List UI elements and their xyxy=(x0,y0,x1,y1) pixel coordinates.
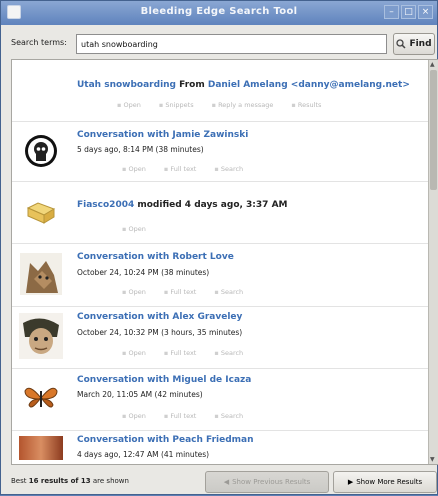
result-thumbnail xyxy=(18,433,64,463)
skull-icon xyxy=(25,135,57,167)
action-open[interactable]: Open xyxy=(117,101,140,109)
result-count-suffix: are shown xyxy=(90,477,129,485)
show-more-results-label: Show More Results xyxy=(356,478,423,486)
result-subtitle: October 24, 10:32 PM (3 hours, 35 minute… xyxy=(77,328,243,337)
window-controls: – □ × xyxy=(384,5,433,19)
result-actions: Open xyxy=(122,225,145,233)
result-subtitle: October 24, 10:24 PM (38 minutes) xyxy=(77,268,210,277)
titlebar[interactable]: Bleeding Edge Search Tool – □ × xyxy=(1,1,437,25)
maximize-button[interactable]: □ xyxy=(401,5,416,19)
find-button[interactable]: Find xyxy=(393,33,435,55)
monkey-avatar-icon xyxy=(19,313,63,359)
action-search[interactable]: Search xyxy=(214,349,243,357)
result-title[interactable]: Conversation with Peach Friedman xyxy=(77,435,254,445)
list-item[interactable]: Conversation with Peach Friedman 4 days … xyxy=(12,431,429,464)
results-scrollbar[interactable]: ▲ ▼ xyxy=(428,60,438,464)
photo-thumbnail xyxy=(19,436,63,460)
result-title-text: From xyxy=(176,80,208,90)
action-full-text[interactable]: Full text xyxy=(164,165,196,173)
search-window: Bleeding Edge Search Tool – □ × Search t… xyxy=(0,0,438,495)
result-actions: Open Snippets Reply a message Results xyxy=(117,101,321,109)
minimize-button[interactable]: – xyxy=(384,5,399,19)
result-thumbnail xyxy=(18,375,64,421)
list-item[interactable]: Conversation with Alex Graveley October … xyxy=(12,307,429,369)
previous-icon: ◀ xyxy=(223,478,230,486)
result-title[interactable]: Conversation with Robert Love xyxy=(77,252,234,262)
result-count-number: 16 results of 13 xyxy=(28,477,91,485)
next-icon: ▶ xyxy=(347,478,354,486)
show-previous-results-button[interactable]: ◀ Show Previous Results xyxy=(205,471,329,493)
window-title: Bleeding Edge Search Tool xyxy=(140,6,298,17)
result-subtitle: March 20, 11:05 AM (42 minutes) xyxy=(77,390,203,399)
result-title[interactable]: Conversation with Alex Graveley xyxy=(77,312,242,322)
list-item[interactable]: Conversation with Robert Love October 24… xyxy=(12,244,429,307)
list-item[interactable]: Conversation with Jamie Zawinski 5 days … xyxy=(12,122,429,182)
result-thumbnail xyxy=(18,68,64,114)
list-item[interactable]: Conversation with Miguel de Icaza March … xyxy=(12,369,429,431)
result-title[interactable]: Conversation with Jamie Zawinski xyxy=(77,130,248,140)
action-search[interactable]: Search xyxy=(214,412,243,420)
find-button-label: Find xyxy=(409,39,432,49)
result-title-link[interactable]: Utah snowboarding xyxy=(77,80,176,90)
results-list[interactable]: Utah snowboarding From Daniel Amelang <d… xyxy=(11,59,438,465)
result-thumbnail xyxy=(18,313,64,359)
result-actions: Open Full text Search xyxy=(122,165,243,173)
result-thumbnail xyxy=(18,251,64,297)
scroll-down-icon[interactable]: ▼ xyxy=(430,456,435,463)
list-item[interactable]: Utah snowboarding From Daniel Amelang <d… xyxy=(12,60,429,122)
action-full-text[interactable]: Full text xyxy=(164,412,196,420)
close-button[interactable]: × xyxy=(418,5,433,19)
cat-avatar-icon xyxy=(20,253,62,295)
search-input[interactable]: utah snowboarding xyxy=(76,34,387,54)
search-label: Search terms: xyxy=(11,38,67,47)
action-full-text[interactable]: Full text xyxy=(164,288,196,296)
butterfly-icon xyxy=(24,387,58,408)
action-search[interactable]: Search xyxy=(214,288,243,296)
action-open[interactable]: Open xyxy=(122,349,145,357)
magnifier-icon xyxy=(396,39,406,49)
result-actions: Open Full text Search xyxy=(122,349,243,357)
action-open[interactable]: Open xyxy=(122,288,145,296)
result-count: Best 16 results of 13 are shown xyxy=(11,477,129,485)
scroll-up-icon[interactable]: ▲ xyxy=(430,61,435,68)
scrollbar-thumb[interactable] xyxy=(430,70,437,190)
list-item[interactable]: Fiasco2004 modified 4 days ago, 3:37 AM … xyxy=(12,182,429,244)
result-thumbnail xyxy=(18,190,64,236)
show-previous-results-label: Show Previous Results xyxy=(232,478,311,486)
action-snippets[interactable]: Snippets xyxy=(159,101,193,109)
result-title-link[interactable]: Daniel Amelang <danny@amelang.net> xyxy=(208,80,410,90)
result-actions: Open Full text Search xyxy=(122,412,243,420)
action-reply[interactable]: Reply a message xyxy=(212,101,273,109)
action-full-text[interactable]: Full text xyxy=(164,349,196,357)
action-open[interactable]: Open xyxy=(122,165,145,173)
action-open[interactable]: Open xyxy=(122,225,145,233)
footer: Best 16 results of 13 are shown ◀ Show P… xyxy=(1,467,437,496)
result-title-text: modified 4 days ago, 3:37 AM xyxy=(134,200,288,210)
result-thumbnail xyxy=(18,128,64,174)
action-results[interactable]: Results xyxy=(291,101,321,109)
result-title[interactable]: Fiasco2004 modified 4 days ago, 3:37 AM xyxy=(77,200,288,210)
result-title[interactable]: Utah snowboarding From Daniel Amelang <d… xyxy=(77,80,410,90)
result-subtitle: 4 days ago, 12:47 AM (41 minutes) xyxy=(77,450,210,459)
result-title-link[interactable]: Fiasco2004 xyxy=(77,200,134,210)
result-title[interactable]: Conversation with Miguel de Icaza xyxy=(77,375,251,385)
action-open[interactable]: Open xyxy=(122,412,145,420)
result-count-prefix: Best xyxy=(11,477,29,485)
result-subtitle: 5 days ago, 8:14 PM (38 minutes) xyxy=(77,145,204,154)
search-bar: Search terms: utah snowboarding Find xyxy=(1,27,437,57)
action-search[interactable]: Search xyxy=(214,165,243,173)
show-more-results-button[interactable]: ▶ Show More Results xyxy=(333,471,437,493)
result-actions: Open Full text Search xyxy=(122,288,243,296)
folder-icon xyxy=(26,202,56,224)
